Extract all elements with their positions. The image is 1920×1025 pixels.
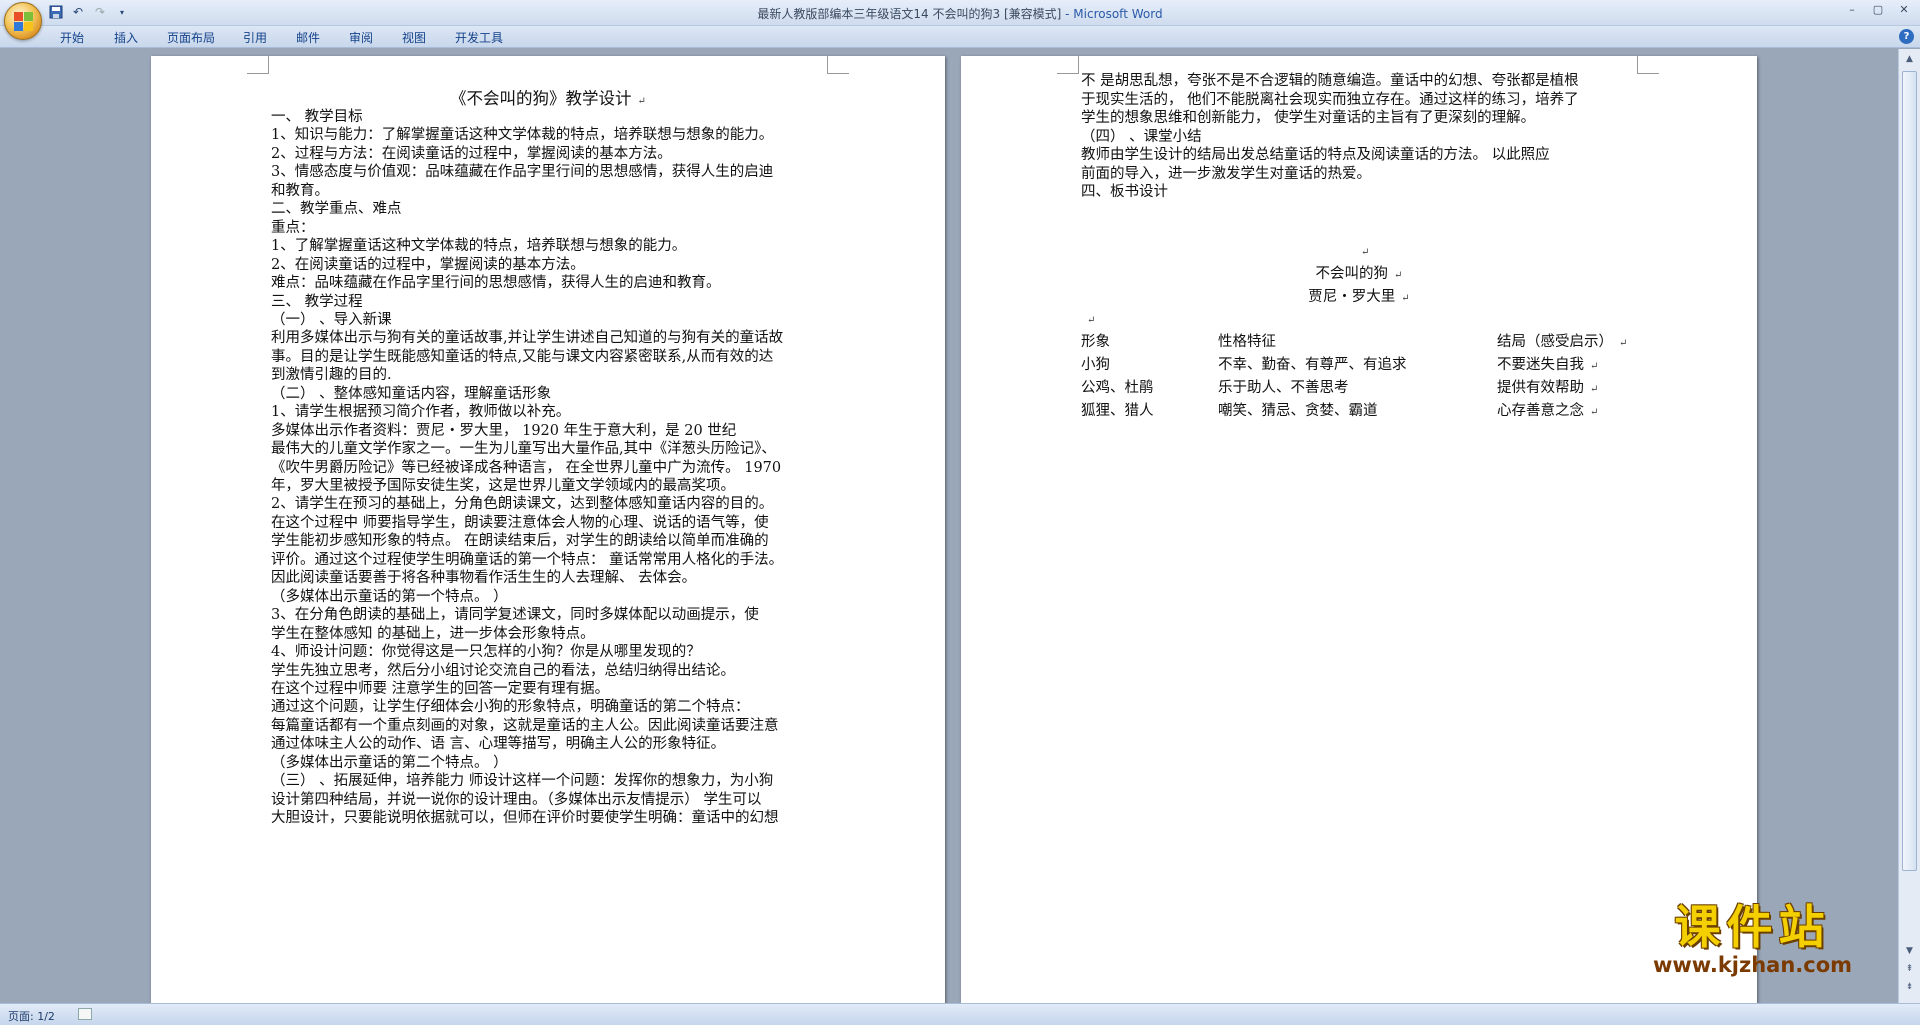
tab-view[interactable]: 视图: [402, 29, 426, 46]
tab-home[interactable]: 开始: [60, 29, 84, 46]
table-cell: 心存善意之念 ↵: [1497, 403, 1599, 419]
table-cell: 不要迷失自我 ↵: [1497, 357, 1599, 373]
table-cell: 提供有效帮助 ↵: [1497, 380, 1599, 396]
table-cell: 乐于助人、不善思考: [1218, 380, 1349, 396]
table-cell: 公鸡、杜鹃: [1081, 380, 1154, 396]
proofing-status-icon[interactable]: [78, 1008, 92, 1020]
paragraph-line: 四、板书设计: [1081, 184, 1168, 201]
crop-mark: [1057, 56, 1079, 74]
scroll-up-arrow-icon[interactable]: ▲: [1902, 52, 1917, 67]
tab-developer[interactable]: 开发工具: [455, 29, 503, 46]
document-name: 最新人教版部编本三年级语文14 不会叫的狗3 [兼容模式]: [757, 7, 1062, 21]
scrollbar-thumb[interactable]: [1902, 71, 1917, 871]
previous-page-icon[interactable]: ⇞: [1902, 962, 1917, 977]
paragraph-mark: ↵: [1087, 315, 1096, 326]
watermark-text: 课件站: [1674, 900, 1831, 954]
tab-mailings[interactable]: 邮件: [296, 29, 320, 46]
title-bar: ↶ ↷ ▾ 最新人教版部编本三年级语文14 不会叫的狗3 [兼容模式] - Mi…: [0, 0, 1920, 40]
watermark-url: www.kjzhan.com: [1652, 953, 1853, 977]
app-name: - Microsoft Word: [1061, 7, 1163, 21]
ribbon-tabs: 开始 插入 页面布局 引用 邮件 审阅 视图 开发工具 ?: [0, 26, 1920, 48]
tab-references[interactable]: 引用: [243, 29, 267, 46]
help-button[interactable]: ?: [1899, 29, 1914, 44]
paragraph-mark: ↵: [1361, 247, 1370, 258]
vertical-scrollbar[interactable]: ▲ ▼ ⇞ ⇟: [1898, 49, 1920, 1003]
minimize-button[interactable]: –: [1840, 1, 1864, 19]
next-page-icon[interactable]: ⇟: [1902, 980, 1917, 995]
tab-page-layout[interactable]: 页面布局: [167, 29, 215, 46]
window-controls: – ▢ ✕: [1840, 1, 1916, 19]
crop-mark: [247, 56, 269, 74]
page-2[interactable]: 不 是胡思乱想，夸张不是不合逻辑的随意编造。童话中的幻想、夸张都是植根 于现实生活…: [961, 56, 1757, 1003]
table-header-traits: 性格特征: [1218, 334, 1276, 350]
office-logo-icon: [14, 12, 34, 32]
office-button[interactable]: [4, 2, 42, 40]
window-title: 最新人教版部编本三年级语文14 不会叫的狗3 [兼容模式] - Microsof…: [0, 5, 1920, 22]
close-button[interactable]: ✕: [1892, 1, 1916, 19]
table-header-ending: 结局（感受启示） ↵: [1497, 334, 1628, 350]
tab-insert[interactable]: 插入: [114, 29, 138, 46]
kjzhan-watermark-logo: 课件站 www.kjzhan.com: [1635, 901, 1870, 981]
maximize-button[interactable]: ▢: [1866, 1, 1890, 19]
paragraph-line: 大胆设计，只要能说明依据就可以，但师在评价时要使学生明确：童话中的幻想: [271, 810, 779, 827]
document-workspace: 《不会叫的狗》教学设计 ↵ 一、 教学目标 1、知识与能力：了解掌握童话这种文学体裁…: [0, 49, 1898, 1003]
tab-review[interactable]: 审阅: [349, 29, 373, 46]
board-title: 不会叫的狗 ↵: [1315, 266, 1403, 282]
status-bar: 页面: 1/2: [0, 1003, 1920, 1025]
table-header-image: 形象: [1081, 334, 1110, 350]
board-author: 贾尼・罗大里 ↵: [1308, 289, 1410, 305]
page-count-indicator[interactable]: 页面: 1/2: [8, 1008, 55, 1024]
crop-mark: [827, 56, 849, 74]
scroll-down-arrow-icon[interactable]: ▼: [1902, 944, 1917, 959]
table-cell: 嘲笑、猜忌、贪婪、霸道: [1218, 403, 1378, 419]
table-cell: 狐狸、猎人: [1081, 403, 1154, 419]
table-cell: 小狗: [1081, 357, 1110, 373]
page-1[interactable]: 《不会叫的狗》教学设计 ↵ 一、 教学目标 1、知识与能力：了解掌握童话这种文学体裁…: [151, 56, 945, 1003]
table-cell: 不幸、勤奋、有尊严、有追求: [1218, 357, 1407, 373]
